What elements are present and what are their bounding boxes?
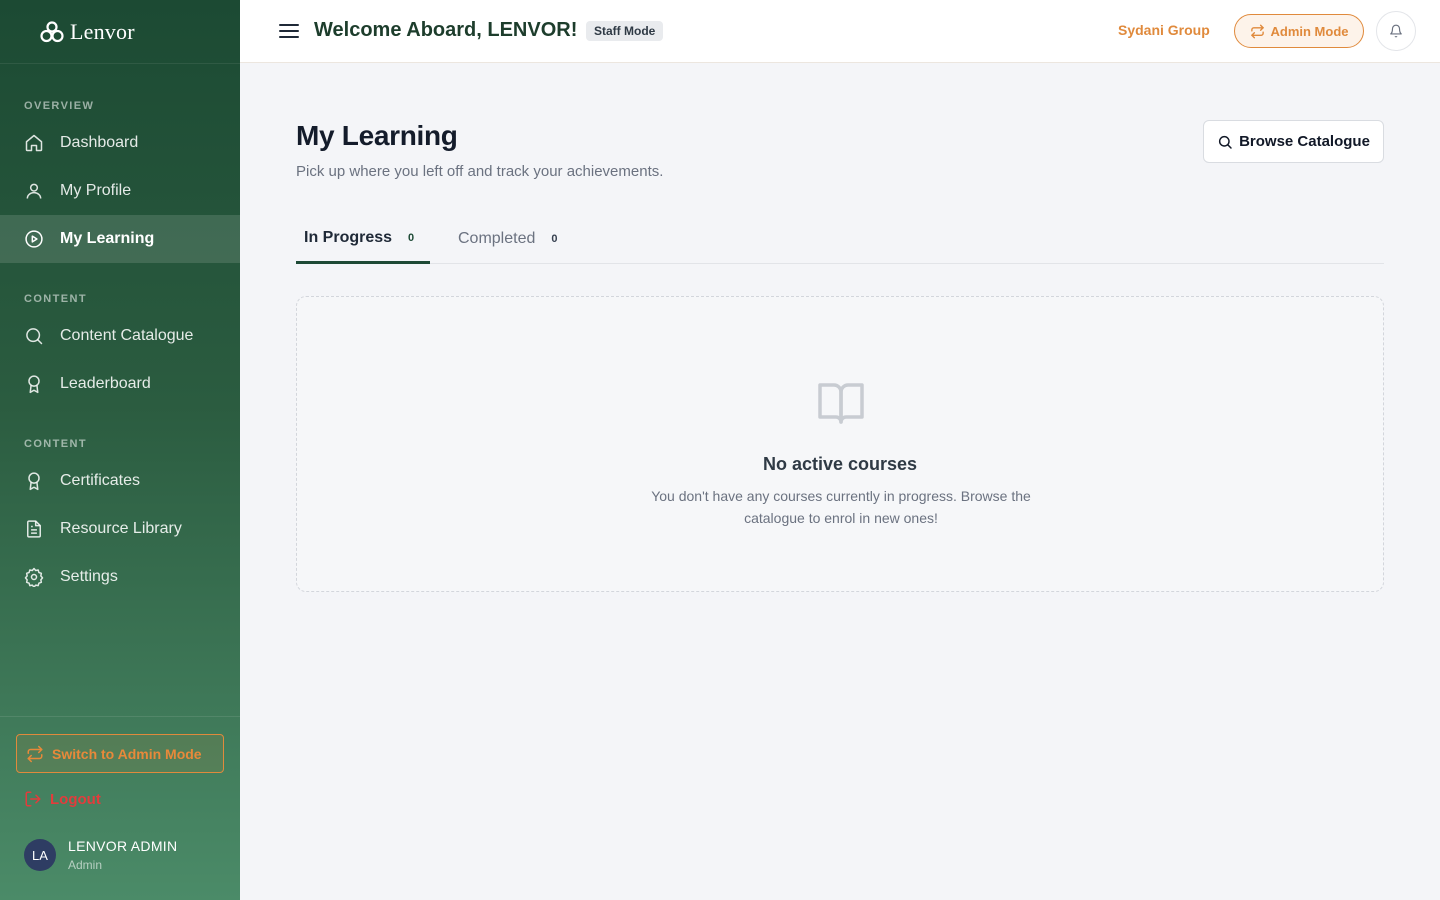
notifications-button[interactable] xyxy=(1376,11,1416,51)
sidebar-item-label: Leaderboard xyxy=(60,375,151,392)
tab-count: 0 xyxy=(408,231,415,244)
book-open-icon xyxy=(818,383,864,424)
sidebar-item-label: Certificates xyxy=(60,472,141,489)
sidebar-item-my-learning[interactable]: My Learning xyxy=(0,215,240,263)
welcome-title: Welcome Aboard, LENVOR! xyxy=(314,19,578,41)
tab-label: Completed xyxy=(458,230,536,247)
home-icon xyxy=(24,133,44,153)
sidebar-item-label: My Learning xyxy=(60,230,155,247)
empty-state-title: No active courses xyxy=(762,454,918,474)
page-subtitle: Pick up where you left off and track you… xyxy=(296,163,664,180)
admin-mode-button[interactable]: Admin Mode xyxy=(1234,14,1364,48)
tab-completed[interactable]: Completed 0 xyxy=(458,214,566,264)
sidebar-item-resource-library[interactable]: Resource Library xyxy=(0,505,240,553)
brand[interactable]: Lenvor xyxy=(0,0,240,64)
empty-state: No active courses You don't have any cou… xyxy=(296,296,1384,592)
award-icon xyxy=(24,374,44,394)
user-name: LENVOR ADMIN xyxy=(68,838,178,854)
browse-catalogue-label: Browse Catalogue xyxy=(1239,133,1370,150)
user-profile[interactable]: LA LENVOR ADMIN Admin xyxy=(24,838,177,872)
logout-icon xyxy=(24,790,42,808)
lenvor-logo-icon xyxy=(40,20,64,42)
sidebar-item-leaderboard[interactable]: Leaderboard xyxy=(0,360,240,408)
admin-mode-label: Admin Mode xyxy=(1270,23,1349,39)
sidebar-item-label: Dashboard xyxy=(60,134,139,151)
organization-link[interactable]: Sydani Group xyxy=(1118,22,1210,38)
mode-badge: Staff Mode xyxy=(586,21,664,41)
bell-icon xyxy=(1390,24,1402,38)
logout-button[interactable]: Logout xyxy=(24,790,101,808)
play-circle-icon xyxy=(24,229,44,249)
brand-name: Lenvor xyxy=(70,18,135,44)
sidebar: Lenvor OVERVIEW Dashboard My Profile My … xyxy=(0,0,240,900)
sidebar-divider xyxy=(0,716,240,717)
logout-label: Logout xyxy=(50,790,101,808)
sidebar-item-label: Resource Library xyxy=(60,520,182,537)
switch-to-admin-button[interactable]: Switch to Admin Mode xyxy=(16,734,224,773)
search-icon xyxy=(24,326,44,346)
menu-icon[interactable] xyxy=(278,20,300,42)
page-title: My Learning xyxy=(296,120,458,151)
sidebar-item-content-catalogue[interactable]: Content Catalogue xyxy=(0,312,240,360)
file-text-icon xyxy=(24,519,44,539)
repeat-icon xyxy=(1250,24,1265,39)
user-role: Admin xyxy=(68,858,103,872)
section-label-content: CONTENT xyxy=(24,293,87,305)
sidebar-item-dashboard[interactable]: Dashboard xyxy=(0,119,240,167)
sidebar-item-settings[interactable]: Settings xyxy=(0,553,240,601)
search-icon xyxy=(1217,134,1233,150)
sidebar-item-my-profile[interactable]: My Profile xyxy=(0,167,240,215)
switch-to-admin-label: Switch to Admin Mode xyxy=(52,745,202,762)
sidebar-item-certificates[interactable]: Certificates xyxy=(0,457,240,505)
user-icon xyxy=(24,181,44,201)
repeat-icon xyxy=(26,745,44,763)
section-label-overview: OVERVIEW xyxy=(24,100,95,112)
tab-in-progress[interactable]: In Progress 0 xyxy=(296,214,431,264)
learning-tabs: In Progress 0 Completed 0 xyxy=(296,214,1384,264)
sidebar-item-label: My Profile xyxy=(60,182,132,199)
tab-count: 0 xyxy=(551,233,558,245)
avatar: LA xyxy=(24,839,56,871)
sidebar-item-label: Content Catalogue xyxy=(60,327,194,344)
gear-icon xyxy=(24,567,44,587)
browse-catalogue-button[interactable]: Browse Catalogue xyxy=(1203,120,1384,163)
top-header: Welcome Aboard, LENVOR! Staff Mode Sydan… xyxy=(240,0,1440,63)
section-label-content-2: CONTENT xyxy=(24,438,87,450)
tab-label: In Progress xyxy=(304,228,393,246)
award-icon xyxy=(24,471,44,491)
empty-state-description: You don't have any courses currently in … xyxy=(651,488,1031,526)
sidebar-item-label: Settings xyxy=(60,568,118,585)
